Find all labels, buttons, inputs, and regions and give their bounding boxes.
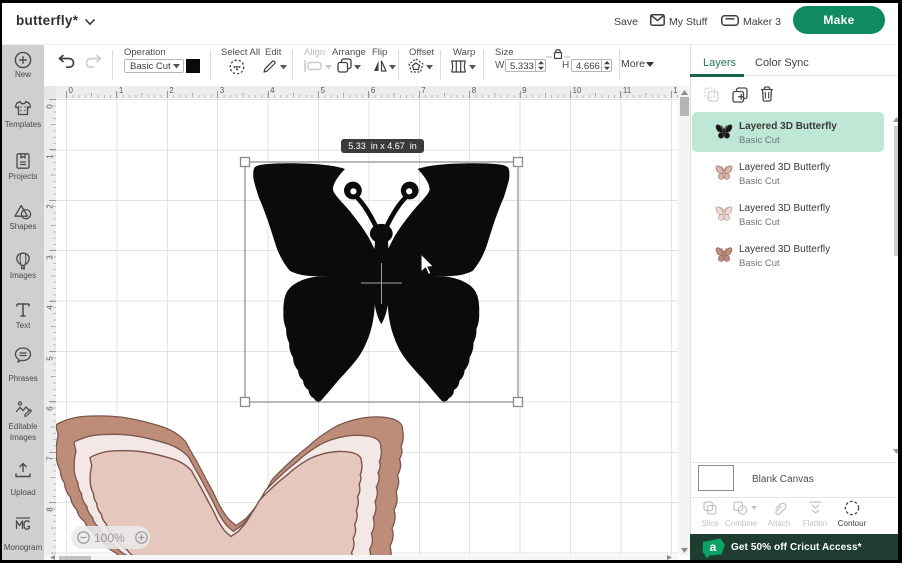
svg-text:a: a bbox=[710, 540, 717, 554]
